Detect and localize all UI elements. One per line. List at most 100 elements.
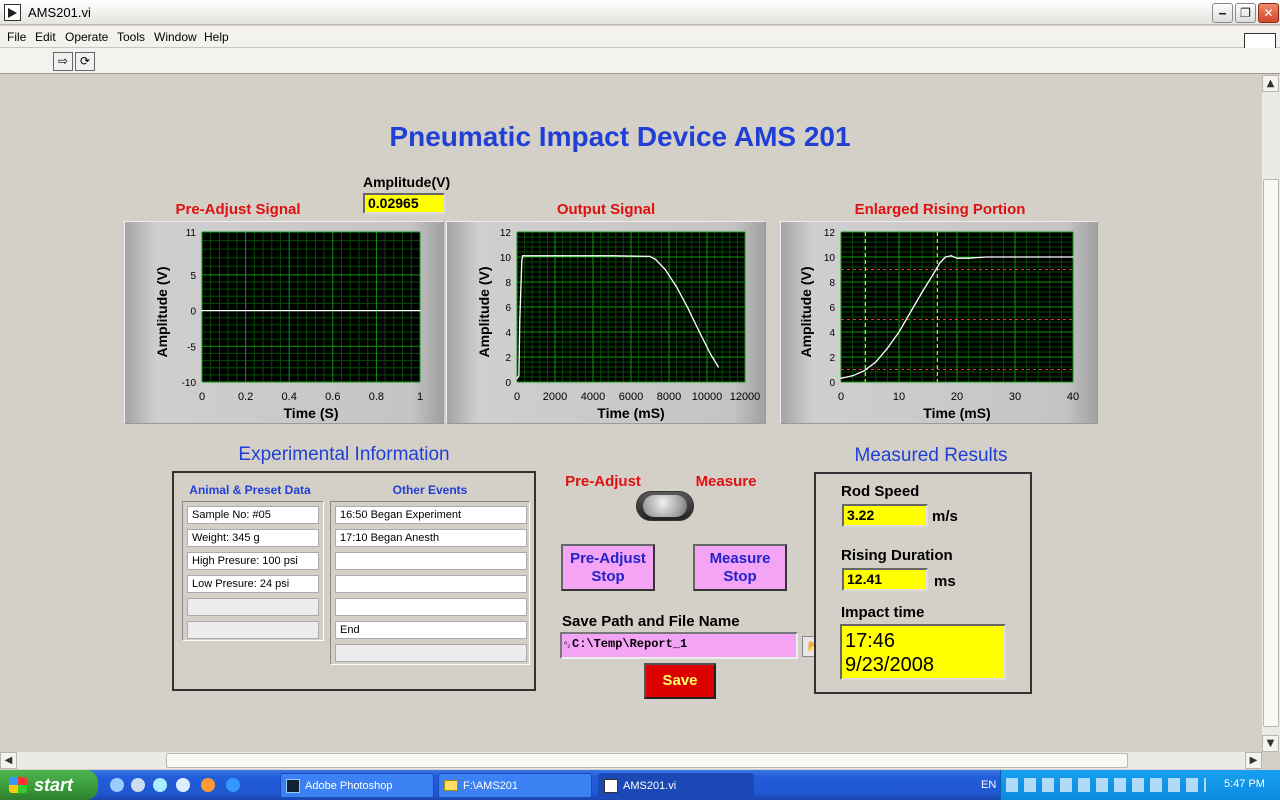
scroll-up-arrow-icon[interactable]: ▲ [1262, 75, 1279, 92]
data-point [956, 257, 958, 259]
graph-title-enlarged: Enlarged Rising Portion [854, 201, 1026, 218]
rising-duration-unit: ms [934, 573, 956, 590]
preadjust-stop-label-1: Pre-Adjust [570, 550, 646, 567]
restore-button[interactable]: ❐ [1235, 3, 1256, 23]
quicklaunch-ie-icon[interactable] [110, 778, 124, 792]
rod-speed-unit: m/s [932, 508, 958, 525]
y-tick-label: 11 [186, 228, 197, 239]
plot-area-preadjust[interactable] [202, 232, 420, 382]
task-photoshop[interactable]: Adobe Photoshop [280, 773, 434, 798]
event-row-6[interactable]: End [335, 621, 527, 639]
toggle-knob[interactable] [643, 495, 687, 517]
quicklaunch-ie2-icon[interactable] [226, 778, 240, 792]
animal-row-2[interactable]: Weight: 345 g [187, 529, 319, 547]
quicklaunch-desktop-icon[interactable] [131, 778, 145, 792]
animal-row-5[interactable] [187, 598, 319, 616]
animal-row-1[interactable]: Sample No: #05 [187, 506, 319, 524]
close-button[interactable]: ✕ [1258, 3, 1279, 23]
amplitude-indicator: 0.02965 [363, 193, 445, 214]
horizontal-scroll-thumb[interactable] [166, 753, 1128, 768]
results-heading: Measured Results [854, 445, 1008, 466]
graph-enlarged-svg: 0 10 20 30 40121086420 Amplitude (V) Time (m… [798, 228, 1079, 421]
run-arrow-icon[interactable]: ⇨ [53, 52, 73, 71]
y-tick-label: 12 [824, 228, 836, 239]
window-title-bar[interactable]: AMS201.vi ‒ ❐ ✕ [0, 0, 1280, 25]
data-point [519, 318, 521, 321]
y-tick-label: 6 [505, 303, 511, 314]
graph-output-svg: 0 2000 4000 6000 8000 10000 12000 12 10 8 6 4 2 0 Amp… [476, 228, 761, 421]
task-photoshop-label: Adobe Photoshop [305, 780, 393, 792]
scroll-down-arrow-icon[interactable]: ▼ [1262, 735, 1279, 752]
menu-window[interactable]: Window [154, 30, 197, 44]
preadjust-stop-button[interactable]: Pre-Adjust Stop [561, 544, 655, 591]
x-tick-label: 2000 [543, 391, 567, 403]
menu-edit[interactable]: Edit [35, 30, 56, 44]
animal-row-4[interactable]: Low Presure: 24 psi [187, 575, 319, 593]
rising-duration-indicator: 12.41 [842, 568, 928, 591]
data-point [1072, 256, 1074, 258]
rising-duration-label: Rising Duration [841, 547, 953, 564]
x-tick-label: 0.2 [238, 391, 253, 403]
menu-operate[interactable]: Operate [65, 30, 108, 44]
x-tick-label: 10000 [692, 391, 723, 403]
task-folder-label: F:\AMS201 [463, 780, 519, 792]
tray-icons[interactable] [1006, 778, 1206, 792]
x-tick-label: 6000 [619, 391, 643, 403]
quicklaunch-firefox-icon[interactable] [201, 778, 215, 792]
y-tick-label: 4 [505, 328, 511, 339]
event-row-5[interactable] [335, 598, 527, 616]
quicklaunch-help-icon[interactable] [176, 778, 190, 792]
y-tick-label: 4 [829, 328, 835, 339]
data-point [535, 255, 537, 257]
event-row-7[interactable] [335, 644, 527, 662]
vertical-scrollbar[interactable]: ▲ ▼ [1262, 75, 1280, 752]
mode-toggle-switch[interactable] [636, 491, 694, 521]
run-continuously-icon[interactable]: ⟳ [75, 52, 95, 71]
x-tick-label: 8000 [657, 391, 681, 403]
horizontal-scrollbar[interactable]: ◀ ▶ [0, 752, 1262, 769]
minimize-button[interactable]: ‒ [1212, 3, 1233, 23]
scroll-left-arrow-icon[interactable]: ◀ [0, 752, 17, 769]
data-point [332, 309, 334, 312]
save-path-input[interactable]: ⁰₂ C:\Temp\Report_1 [560, 632, 798, 659]
save-button[interactable]: Save [644, 663, 716, 699]
folder-icon [444, 780, 458, 791]
impact-time-indicator: 17:46 9/23/2008 [840, 624, 1006, 680]
event-row-3[interactable] [335, 552, 527, 570]
menu-file[interactable]: File [7, 30, 26, 44]
data-point [840, 377, 842, 379]
measure-stop-button[interactable]: Measure Stop [693, 544, 787, 591]
x-tick-label: 12000 [730, 391, 761, 403]
col-head-animal: Animal & Preset Data [189, 483, 311, 497]
task-ams201[interactable]: AMS201.vi [598, 773, 754, 798]
x-tick-label: 0 [838, 391, 844, 403]
event-row-1[interactable]: 16:50 Began Experiment [335, 506, 527, 524]
ylabel-enlarged: Amplitude (V) [798, 267, 814, 358]
language-indicator[interactable]: EN [981, 779, 996, 791]
y-tick-label: 0 [505, 378, 511, 389]
experimental-info-box: Animal & Preset Data Other Events Sample… [172, 471, 536, 691]
event-row-4[interactable] [335, 575, 527, 593]
quicklaunch-media-icon[interactable] [153, 778, 167, 792]
data-point [863, 370, 865, 372]
menu-tools[interactable]: Tools [117, 30, 145, 44]
event-row-2[interactable]: 17:10 Began Anesth [335, 529, 527, 547]
task-folder[interactable]: F:\AMS201 [438, 773, 592, 798]
data-point [944, 256, 946, 258]
windows-logo-icon [9, 777, 27, 793]
save-path-label: Save Path and File Name [562, 613, 740, 630]
vertical-scroll-thumb[interactable] [1263, 179, 1279, 727]
x-tick-label: 0.8 [369, 391, 384, 403]
y-tick-label: 6 [829, 303, 835, 314]
graph-title-preadjust: Pre-Adjust Signal [175, 201, 301, 218]
data-point [516, 377, 518, 379]
x-tick-label: 10 [893, 391, 905, 403]
start-button[interactable]: start [0, 770, 98, 800]
scroll-right-arrow-icon[interactable]: ▶ [1245, 752, 1262, 769]
animal-row-3[interactable]: High Presure: 100 psi [187, 552, 319, 570]
xlabel-output: Time (mS) [597, 405, 664, 421]
data-point [950, 255, 952, 257]
data-point [921, 291, 923, 293]
animal-row-6[interactable] [187, 621, 319, 639]
menu-help[interactable]: Help [204, 30, 229, 44]
